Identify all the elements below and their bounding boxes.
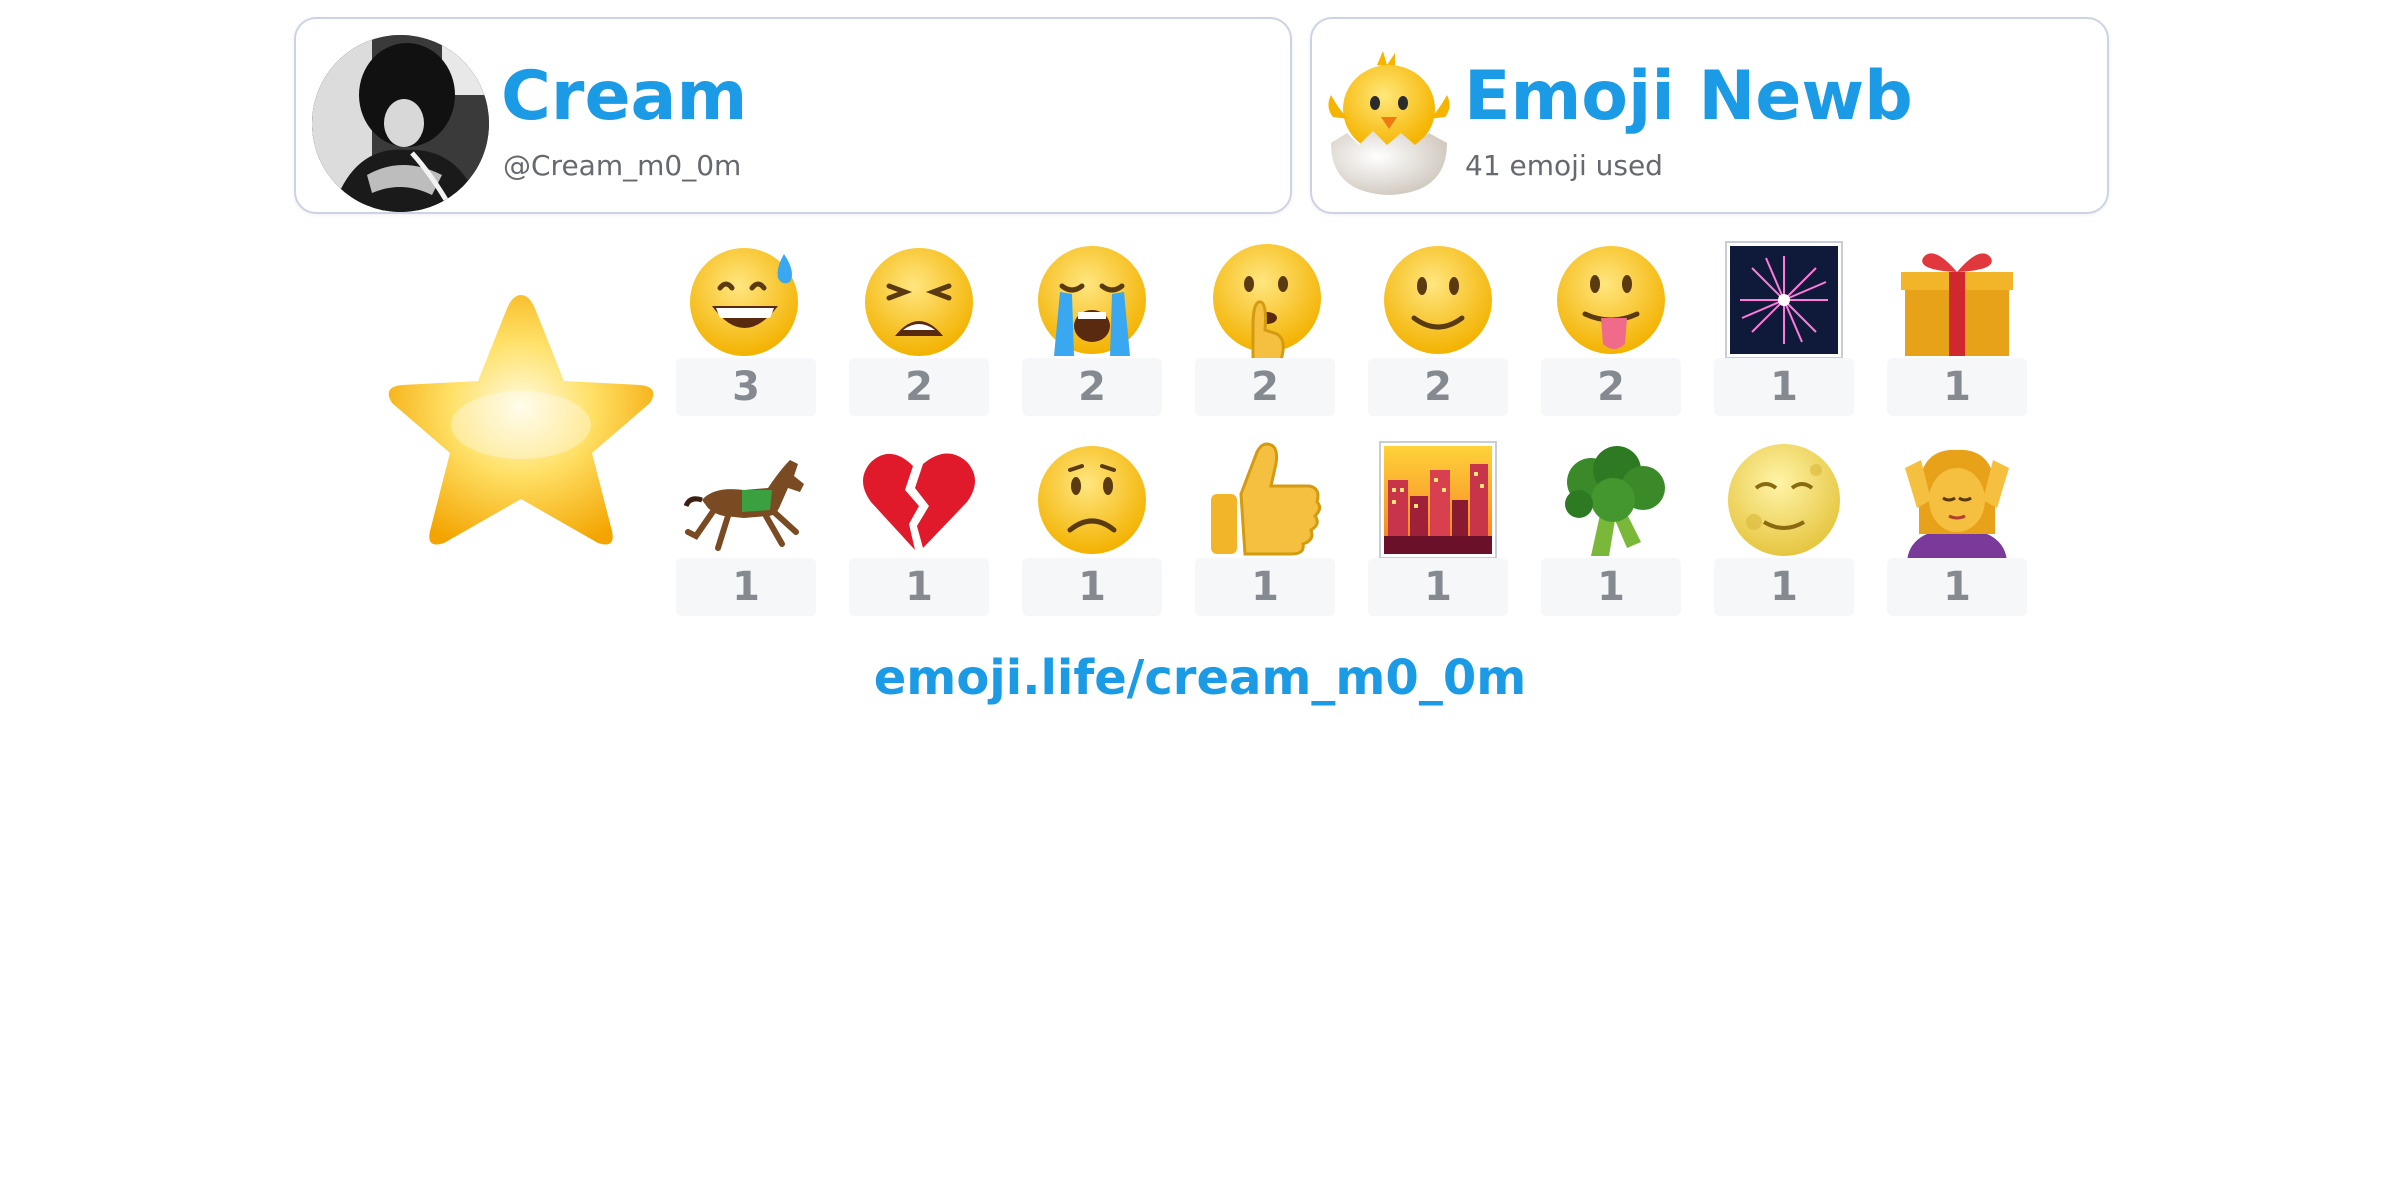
rank-card[interactable]: Emoji Newb 41 emoji used [1310,17,2109,214]
emoji-stat-item[interactable]: 1 [1368,436,1541,636]
emoji-stat-item[interactable]: 2 [1022,236,1195,436]
weary-face-icon [849,236,989,364]
emoji-stat-item[interactable]: 3 [676,236,849,436]
emoji-stat-item[interactable]: 1 [676,436,849,636]
grinning-sweat-face-icon [676,236,816,364]
wrapped-gift-icon [1887,236,2027,364]
rank-title: Emoji Newb [1464,57,1913,136]
user-card[interactable]: Cream @Cream_m0_0m [294,17,1292,214]
emoji-stat-item[interactable]: 2 [1368,236,1541,436]
emoji-stat-item[interactable]: 1 [1887,236,2060,436]
person-getting-massage-icon [1887,436,2027,564]
emoji-stat-item[interactable]: 1 [849,436,1022,636]
slightly-smiling-face-icon [1368,236,1508,364]
emoji-count: 1 [1887,358,2027,416]
loudly-crying-face-icon [1022,236,1162,364]
emoji-count: 2 [849,358,989,416]
emoji-count: 1 [1541,558,1681,616]
frowning-face-icon [1022,436,1162,564]
emoji-count: 2 [1195,358,1335,416]
broccoli-icon [1541,436,1681,564]
emoji-stat-item[interactable]: 1 [1541,436,1714,636]
emoji-stat-item[interactable]: 2 [1195,236,1368,436]
shushing-face-icon [1195,236,1335,364]
emoji-stat-item[interactable]: 2 [1541,236,1714,436]
emoji-count: 1 [676,558,816,616]
emoji-stat-item[interactable]: 1 [1714,236,1887,436]
emoji-stat-item[interactable]: 2 [849,236,1022,436]
face-with-tongue-icon [1541,236,1681,364]
rank-emoji-count: 41 emoji used [1465,149,1663,182]
emoji-stat-item[interactable]: 1 [1195,436,1368,636]
emoji-stat-item[interactable]: 1 [1887,436,2060,636]
emoji-count: 1 [1022,558,1162,616]
star-icon [368,285,674,583]
emoji-count: 1 [1368,558,1508,616]
user-name: Cream [501,57,748,136]
emoji-stat-item[interactable]: 1 [1714,436,1887,636]
emoji-count: 1 [1714,358,1854,416]
fireworks-icon [1714,236,1854,364]
emoji-count: 1 [1195,558,1335,616]
full-moon-face-icon [1714,436,1854,564]
broken-heart-icon [849,436,989,564]
emoji-row: 1 1 1 1 1 1 1 1 [676,436,2036,636]
emoji-stats-grid: 3 2 2 2 2 2 1 1 1 1 1 1 1 1 1 1 [676,236,2036,636]
emoji-count: 3 [676,358,816,416]
profile-link[interactable]: emoji.life/cream_m0_0m [0,648,2400,708]
emoji-count: 1 [1714,558,1854,616]
emoji-count: 2 [1022,358,1162,416]
hatching-chick-icon [1325,47,1453,197]
avatar[interactable] [312,35,489,212]
emoji-stat-item[interactable]: 1 [1022,436,1195,636]
horse-racing-icon [676,436,816,564]
city-at-dusk-icon [1368,436,1508,564]
emoji-count: 2 [1368,358,1508,416]
emoji-count: 2 [1541,358,1681,416]
emoji-count: 1 [1887,558,2027,616]
emoji-row: 3 2 2 2 2 2 1 1 [676,236,2036,436]
page: Cream @Cream_m0_0m Emoji Newb 41 emoji u… [0,0,2400,1200]
user-handle: @Cream_m0_0m [503,149,742,182]
thumbs-up-icon [1195,436,1335,564]
emoji-count: 1 [849,558,989,616]
